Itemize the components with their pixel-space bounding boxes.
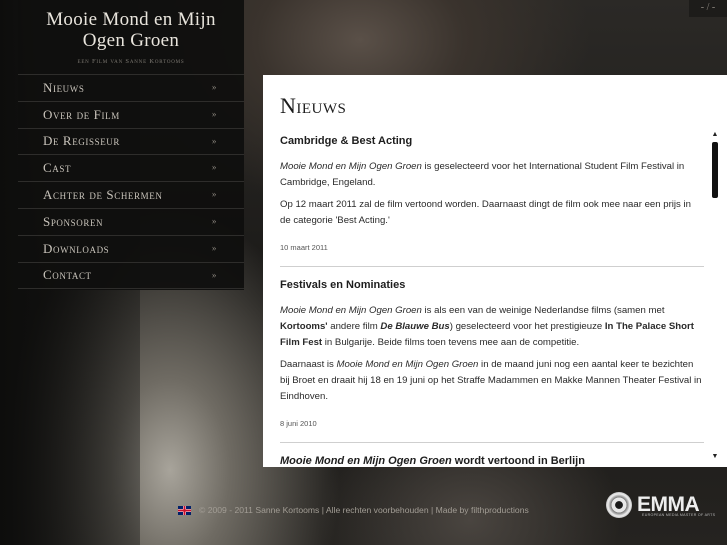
- news-article: Festivals en Nominaties Mooie Mond en Mi…: [280, 279, 704, 443]
- news-article: Cambridge & Best Acting Mooie Mond en Mi…: [280, 135, 704, 267]
- film-title: Mooie Mond en Mijn Ogen Groen: [280, 455, 452, 467]
- menu-item-label: Contact: [43, 267, 92, 283]
- article-title[interactable]: Cambridge & Best Acting: [280, 135, 704, 147]
- article-paragraph: Op 12 maart 2011 zal de film vertoond wo…: [280, 199, 691, 226]
- menu-item-downloads[interactable]: Downloads »: [18, 236, 244, 263]
- article-date: 8 juni 2010: [280, 419, 317, 428]
- paragraph-text: Daarnaast is: [280, 359, 337, 370]
- paragraph-text: ) geselecteerd voor het prestigieuze: [449, 321, 605, 332]
- menu-item-nieuws[interactable]: Nieuws »: [18, 75, 244, 102]
- main-menu: Nieuws » Over de Film » De Regisseur » Cast…: [18, 75, 244, 290]
- menu-item-label: Sponsoren: [43, 213, 104, 229]
- scrollbar[interactable]: ▲ ▼: [711, 131, 719, 461]
- film-title: Mooie Mond en Mijn Ogen Groen: [336, 359, 479, 370]
- chevron-right-icon: »: [211, 215, 217, 226]
- menu-item-sponsoren[interactable]: Sponsoren »: [18, 209, 244, 236]
- paragraph-text: is als een van de weinige Nederlandse fi…: [421, 305, 665, 316]
- language-switch[interactable]: - / -: [689, 0, 727, 17]
- film-title: De Blauwe Bus: [380, 321, 450, 332]
- menu-item-label: Downloads: [43, 240, 110, 256]
- menu-item-label: Over de Film: [43, 106, 120, 122]
- sidebar: Mooie Mond en Mijn Ogen Groen een Film v…: [18, 0, 244, 290]
- footer-text: © 2009 - 2011 Sanne Kortooms | Alle rech…: [199, 505, 529, 515]
- uk-flag-icon[interactable]: [178, 505, 191, 515]
- article-date: 10 maart 2011: [280, 243, 328, 252]
- chevron-right-icon: »: [211, 135, 217, 146]
- site-subtitle: een Film van Sanne Kortooms: [77, 58, 185, 65]
- menu-item-de-regisseur[interactable]: De Regisseur »: [18, 129, 244, 156]
- article-title[interactable]: Mooie Mond en Mijn Ogen Groen wordt vert…: [280, 455, 704, 467]
- scroll-down-icon[interactable]: ▼: [711, 453, 719, 461]
- site-title: Mooie Mond en Mijn Ogen Groen: [46, 9, 216, 51]
- content-panel: Nieuws Cambridge & Best Acting Mooie Mon…: [263, 75, 727, 467]
- paragraph-text: in Bulgarije. Beide films toen tevens me…: [322, 337, 580, 348]
- menu-item-achter-de-schermen[interactable]: Achter de Schermen »: [18, 182, 244, 209]
- chevron-right-icon: »: [211, 162, 217, 173]
- scroll-up-icon[interactable]: ▲: [711, 131, 719, 139]
- title-text: wordt vertoond in Berlijn: [451, 455, 585, 467]
- news-article: Mooie Mond en Mijn Ogen Groen wordt vert…: [280, 455, 704, 467]
- article-paragraph: Mooie Mond en Mijn Ogen Groen is als een…: [280, 303, 704, 351]
- news-list: Cambridge & Best Acting Mooie Mond en Mi…: [280, 135, 704, 467]
- menu-item-label: De Regisseur: [43, 133, 121, 149]
- partner-logo[interactable]: EMMA EUROPEAN MEDIA MASTER OF ARTS: [606, 489, 716, 521]
- menu-item-contact[interactable]: Contact »: [18, 263, 244, 290]
- footer: © 2009 - 2011 Sanne Kortooms | Alle rech…: [178, 505, 529, 515]
- site-logo[interactable]: Mooie Mond en Mijn Ogen Groen een Film v…: [18, 0, 244, 75]
- chevron-right-icon: »: [211, 189, 217, 200]
- menu-item-cast[interactable]: Cast »: [18, 155, 244, 183]
- film-title: Mooie Mond en Mijn Ogen Groen: [280, 305, 422, 316]
- scroll-thumb[interactable]: [712, 142, 718, 198]
- emma-disc-icon: [606, 492, 632, 518]
- menu-item-label: Cast: [43, 160, 72, 176]
- menu-item-over-de-film[interactable]: Over de Film »: [18, 102, 244, 129]
- paragraph-text: andere film: [327, 321, 381, 332]
- film-title: Mooie Mond en Mijn Ogen Groen: [280, 161, 422, 172]
- partner-tagline: EUROPEAN MEDIA MASTER OF ARTS: [642, 513, 716, 517]
- article-title[interactable]: Festivals en Nominaties: [280, 279, 704, 291]
- menu-item-label: Achter de Schermen: [43, 187, 163, 203]
- article-paragraph: Daarnaast is Mooie Mond en Mijn Ogen Gro…: [280, 357, 704, 405]
- chevron-right-icon: »: [211, 242, 217, 253]
- chevron-right-icon: »: [211, 108, 217, 119]
- article-paragraph: Mooie Mond en Mijn Ogen Groen is geselec…: [280, 159, 704, 191]
- page-title: Nieuws: [280, 93, 347, 118]
- chevron-right-icon: »: [211, 269, 217, 280]
- menu-item-label: Nieuws: [43, 79, 85, 95]
- chevron-right-icon: »: [211, 82, 217, 92]
- emphasis-text: Kortooms': [280, 321, 328, 332]
